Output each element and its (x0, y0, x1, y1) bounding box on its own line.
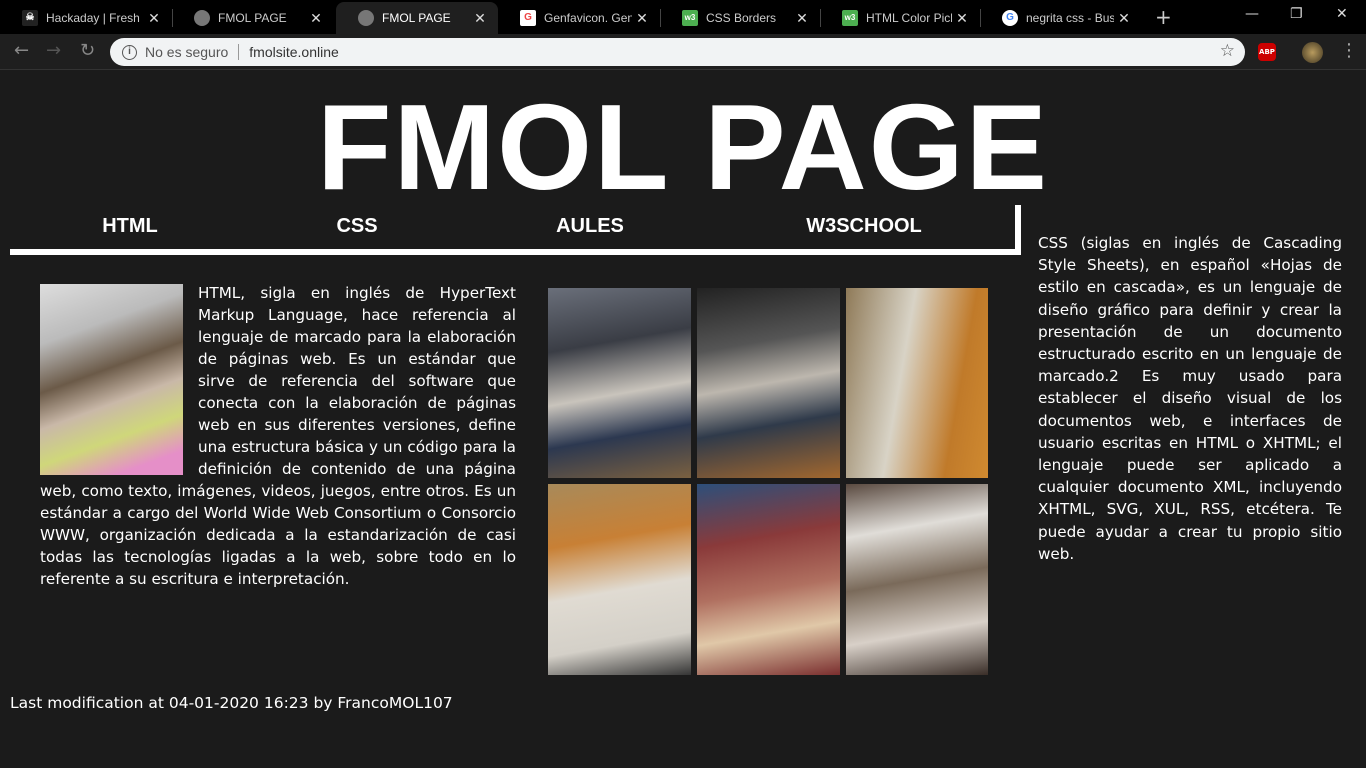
genfavicon-icon: G (520, 10, 536, 26)
gallery-photo (846, 288, 988, 478)
browser-toolbar: ← → ↻ i No es seguro fmolsite.online ☆ (0, 34, 1366, 70)
close-tab-icon[interactable]: ✕ (144, 10, 164, 27)
tab-google-search[interactable]: Gnegrita css - Busca✕ (980, 2, 1142, 34)
tab-html-color-picker[interactable]: w3HTML Color Picker✕ (820, 2, 980, 34)
close-tab-icon[interactable]: ✕ (632, 10, 652, 27)
close-tab-icon[interactable]: ✕ (470, 10, 490, 27)
gallery-photo (548, 288, 691, 478)
globe-icon (358, 10, 374, 26)
reload-button[interactable]: ↻ (80, 40, 95, 61)
close-tab-icon[interactable]: ✕ (1114, 10, 1134, 27)
minimize-button[interactable]: — (1245, 6, 1259, 22)
close-tab-icon[interactable]: ✕ (306, 10, 326, 27)
gallery-photo (846, 484, 988, 675)
tab-strip: ☠ Hackaday | Fresh H ✕ FMOL PAGE ✕ FMOL PAG… (0, 0, 1366, 34)
nav-w3school[interactable]: W3SCHOOL (806, 215, 922, 238)
google-icon: G (1002, 10, 1018, 26)
tab-genfavicon[interactable]: GGenfavicon. Genera✕ (498, 2, 660, 34)
w3schools-icon: w3 (682, 10, 698, 26)
nav-html[interactable]: HTML (102, 215, 158, 238)
address-bar[interactable]: i No es seguro fmolsite.online ☆ (110, 38, 1245, 66)
footer-last-modified: Last modification at 04-01-2020 16:23 by… (10, 694, 453, 712)
menu-icon[interactable]: ⋮ (1340, 40, 1358, 61)
restore-button[interactable]: ❐ (1290, 6, 1303, 22)
close-window-button[interactable]: ✕ (1336, 6, 1348, 22)
adblock-plus-icon[interactable]: ABP (1258, 43, 1276, 61)
profile-avatar[interactable] (1302, 42, 1323, 63)
close-tab-icon[interactable]: ✕ (952, 10, 972, 27)
w3schools-icon: w3 (842, 10, 858, 26)
forward-button[interactable]: → (46, 40, 61, 61)
tab-hackaday[interactable]: ☠ Hackaday | Fresh H ✕ (0, 2, 172, 34)
gallery-photo (548, 484, 691, 675)
tab-fmol-page[interactable]: FMOL PAGE ✕ (172, 2, 334, 34)
photo-gallery (548, 288, 989, 675)
gallery-photo (697, 288, 840, 478)
back-button[interactable]: ← (14, 40, 29, 61)
cat-photo (40, 284, 183, 475)
html-article: HTML, sigla en inglés de HyperText Marku… (40, 282, 516, 590)
nav-css[interactable]: CSS (336, 215, 377, 238)
close-tab-icon[interactable]: ✕ (792, 10, 812, 27)
css-description: CSS (siglas en inglés de Cascading Style… (1038, 234, 1342, 563)
url-text: fmolsite.online (249, 44, 339, 60)
page-title: FMOL PAGE (317, 79, 1049, 215)
bookmark-star-icon[interactable]: ☆ (1220, 41, 1235, 61)
new-tab-button[interactable]: + (1155, 5, 1172, 29)
security-label: No es seguro (145, 44, 229, 60)
hackaday-icon: ☠ (22, 10, 38, 26)
main-nav: HTML CSS AULES W3SCHOOL (10, 205, 1021, 255)
tab-fmol-page-active[interactable]: FMOL PAGE ✕ (336, 2, 498, 34)
gallery-photo (697, 484, 840, 675)
nav-aules[interactable]: AULES (556, 215, 624, 238)
info-icon[interactable]: i (122, 44, 137, 60)
globe-icon (194, 10, 210, 26)
tab-css-borders[interactable]: w3 CSS Borders ✕ (660, 2, 820, 34)
